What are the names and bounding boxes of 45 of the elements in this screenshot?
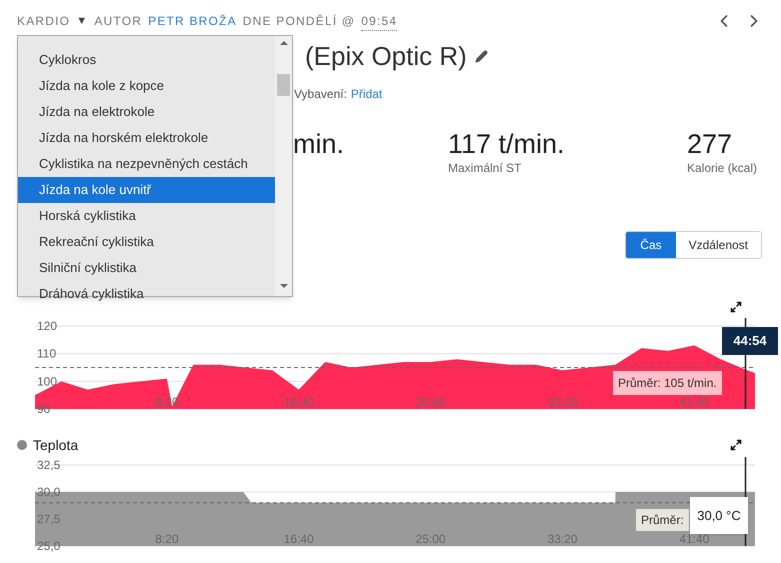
menu-item[interactable]: Jízda na horském elektrokole — [18, 125, 275, 151]
x-tick-label: 16:40 — [284, 395, 314, 409]
activity-title: (Epix Optic R) — [305, 40, 467, 72]
menu-item[interactable]: Jízda na kole uvnitř — [18, 177, 275, 203]
y-tick-label: 32,5 — [37, 458, 60, 472]
scroll-up-icon[interactable] — [280, 41, 288, 45]
menu-item[interactable]: Jízda na elektrokole — [18, 99, 275, 125]
author-prefix: AUTOR — [94, 13, 142, 30]
cursor-time-label: 44:54 — [722, 327, 778, 355]
activity-type[interactable]: KARDIO — [17, 12, 70, 30]
menu-item[interactable]: Rekreační cyklistika — [18, 229, 275, 255]
stat-value: min. — [293, 129, 346, 159]
time-text: 09:54 — [361, 12, 398, 30]
caret-icon[interactable]: ▼ — [76, 12, 88, 30]
stat-value: 277 — [687, 129, 734, 159]
y-tick-label: 120 — [37, 319, 58, 333]
stat-label: Maximální ST — [448, 160, 522, 177]
edit-icon[interactable] — [474, 50, 488, 62]
y-tick-label: 100 — [37, 374, 58, 388]
scroll-thumb[interactable] — [277, 74, 290, 96]
axis-toggle-tab[interactable]: Čas — [626, 232, 676, 258]
author-link[interactable]: PETR BROŽA — [148, 12, 237, 30]
x-tick-label: 41:40 — [679, 395, 710, 409]
menu-item[interactable]: Dráhová cyklistika — [18, 281, 275, 307]
x-tick-label: 33:20 — [547, 395, 578, 409]
scroll-down-icon[interactable] — [280, 284, 288, 288]
date-text: DNE PONDĚLÍ @ — [242, 13, 356, 30]
cursor-value-tooltip: 30,0 °C — [690, 497, 748, 534]
menu-item[interactable]: Cyklokros — [18, 47, 275, 73]
menu-item[interactable]: Silniční cyklistika — [18, 255, 275, 281]
menu-item[interactable]: Horská cyklistika — [18, 203, 275, 229]
menu-item[interactable]: Jízda na kole z kopce — [18, 73, 275, 99]
equipment-label: Vybavení: — [294, 86, 347, 103]
expand-icon[interactable] — [730, 301, 742, 313]
add-equipment-link[interactable]: Přidat — [350, 85, 382, 103]
stat-label: Kalorie (kcal) — [687, 160, 758, 177]
expand-icon[interactable] — [730, 439, 742, 451]
y-tick-label: 110 — [37, 346, 56, 361]
stat-value: 117 t/min. — [448, 129, 566, 159]
scrollbar[interactable] — [275, 36, 292, 296]
average-tooltip: Průměr: 105 t/min. — [613, 371, 722, 395]
x-tick-label: 25:00 — [416, 395, 446, 409]
chart-title: Teplota — [33, 436, 78, 455]
menu-item[interactable]: Cyklistika na nezpevněných cestách — [18, 151, 275, 177]
average-tooltip: Průměr: — [636, 509, 689, 531]
